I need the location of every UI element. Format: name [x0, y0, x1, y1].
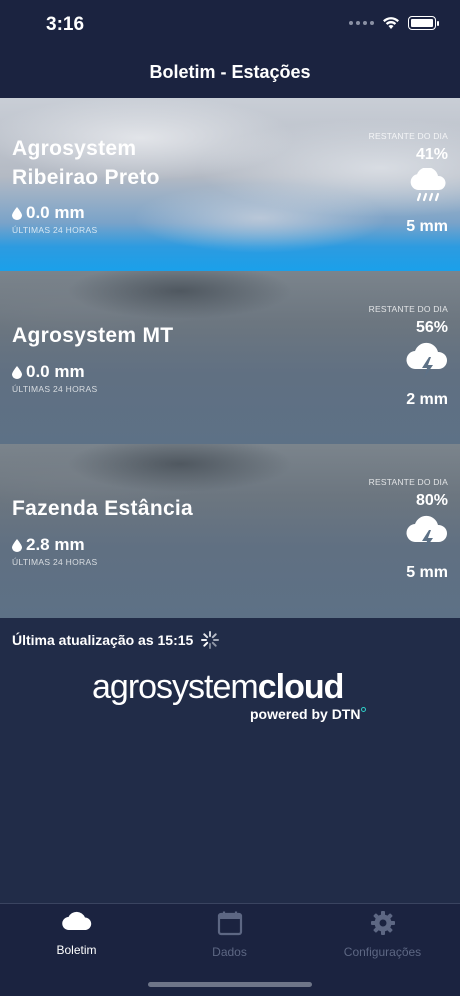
cloud-lightning-icon: [406, 515, 448, 551]
last-update: Última atualização as 15:15: [12, 630, 220, 650]
page-title: Boletim - Estações: [149, 62, 311, 82]
rain-total: 2.8 mm: [12, 535, 85, 555]
calendar-icon: [217, 911, 242, 936]
forecast-column: RESTANTE DO DIA 56% 2 mm: [338, 304, 448, 434]
rain-forecast: 5 mm: [406, 218, 448, 235]
gear-icon: [370, 911, 395, 935]
tab-label: Dados: [212, 945, 247, 959]
logo-wordmark: agrosystemcloud: [92, 668, 372, 706]
forecast-column: RESTANTE DO DIA 80% 5 mm: [338, 477, 448, 607]
drop-icon: [12, 538, 22, 552]
rain-total: 0.0 mm: [12, 362, 85, 382]
cloud-icon: [61, 911, 91, 931]
status-icons: [349, 16, 439, 30]
rain-caption: ÚLTIMAS 24 HORAS: [12, 225, 98, 235]
wifi-icon: [383, 17, 399, 29]
remaining-label: RESTANTE DO DIA: [368, 131, 448, 141]
drop-icon: [12, 365, 22, 379]
tab-configuracoes[interactable]: Configurações: [306, 910, 459, 959]
station-name: Fazenda Estância: [12, 497, 194, 520]
tab-label: Configurações: [343, 945, 422, 959]
cloud-rain-icon: [410, 168, 446, 202]
status-bar: 3:16: [0, 0, 460, 50]
station-name-line1: Agrosystem: [12, 137, 137, 160]
rain-caption: ÚLTIMAS 24 HORAS: [12, 557, 98, 567]
remaining-label: RESTANTE DO DIA: [368, 477, 448, 487]
remaining-label: RESTANTE DO DIA: [368, 304, 448, 314]
rain-probability: 80%: [415, 492, 448, 509]
dtn-dot-icon: [361, 707, 367, 712]
rain-caption: ÚLTIMAS 24 HORAS: [12, 384, 98, 394]
station-card-ribeirao-preto[interactable]: Agrosystem Ribeirao Preto 0.0 mm ÚLTIMAS…: [0, 98, 460, 271]
rain-probability: 41%: [415, 146, 448, 163]
powered-by: powered by DTN: [250, 706, 367, 722]
rain-value: 2.8 mm: [26, 535, 85, 554]
rain-value: 0.0 mm: [26, 203, 85, 222]
cloud-lightning-icon: [406, 342, 448, 378]
station-card-agrosystem-mt[interactable]: Agrosystem MT 0.0 mm ÚLTIMAS 24 HORAS RE…: [0, 271, 460, 444]
loading-spinner-icon: [201, 631, 220, 649]
status-time: 3:16: [46, 14, 85, 35]
rain-probability: 56%: [415, 319, 448, 336]
station-card-fazenda-estancia[interactable]: Fazenda Estância 2.8 mm ÚLTIMAS 24 HORAS…: [0, 444, 460, 618]
tab-label: Boletim: [56, 943, 97, 957]
agrosystem-cloud-logo: agrosystemcloud powered by DTN: [92, 668, 372, 722]
signal-icon: [349, 21, 374, 25]
rain-forecast: 5 mm: [406, 564, 448, 581]
forecast-column: RESTANTE DO DIA 41% 5 mm: [338, 131, 448, 261]
battery-icon: [408, 16, 439, 30]
rain-forecast: 2 mm: [406, 391, 448, 408]
station-name-line2: Ribeirao Preto: [12, 166, 160, 189]
logo-part2: cloud: [257, 668, 345, 706]
last-update-text: Última atualização as 15:15: [12, 632, 194, 648]
tab-dados[interactable]: Dados: [153, 910, 306, 959]
home-indicator: [148, 982, 312, 987]
rain-value: 0.0 mm: [26, 362, 85, 381]
tab-boletim[interactable]: Boletim: [0, 910, 153, 957]
station-name: Agrosystem Ribeirao Preto: [12, 134, 160, 192]
dtn-brand: DTN: [331, 706, 361, 722]
powered-by-text: powered by: [250, 706, 328, 722]
logo-part1: agrosystem: [92, 668, 259, 706]
station-name: Agrosystem MT: [12, 324, 174, 347]
drop-icon: [12, 206, 22, 220]
navigation-bar: Boletim - Estações: [0, 50, 460, 98]
rain-total: 0.0 mm: [12, 203, 85, 223]
